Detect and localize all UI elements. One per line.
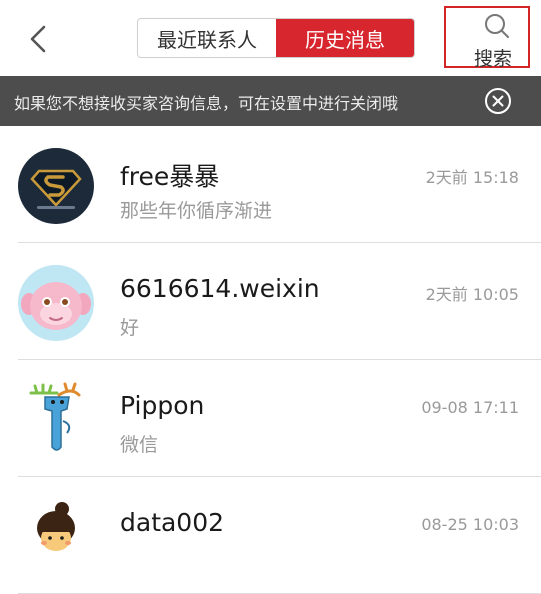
message-preview: 好 bbox=[120, 317, 140, 339]
message-preview: 那些年你循序渐进 bbox=[120, 200, 273, 222]
back-arrow-icon[interactable] bbox=[26, 24, 52, 54]
blue-moose-avatar-icon bbox=[18, 382, 94, 458]
search-icon bbox=[485, 14, 509, 38]
message-time: 2天前 10:05 bbox=[425, 285, 519, 304]
close-notice-icon[interactable] bbox=[484, 87, 512, 115]
conversation-item[interactable]: data002 08-25 10:03 bbox=[0, 477, 541, 594]
message-time: 2天前 15:18 bbox=[425, 168, 519, 187]
search-label: 搜索 bbox=[474, 48, 513, 70]
conversation-item[interactable]: free暴暴 那些年你循序渐进 2天前 15:18 bbox=[0, 126, 541, 243]
message-type-segmented-control: 最近联系人 历史消息 bbox=[137, 18, 415, 58]
superman-logo-icon bbox=[18, 148, 94, 224]
conversation-item[interactable]: Pippon 微信 09-08 17:11 bbox=[0, 360, 541, 477]
contact-name: free暴暴 bbox=[120, 162, 220, 191]
contact-name: Pippon bbox=[120, 391, 205, 420]
top-bar: 最近联系人 历史消息 搜索 bbox=[0, 0, 541, 76]
notice-bar: 如果您不想接收买家咨询信息，可在设置中进行关闭哦 bbox=[0, 76, 541, 126]
message-time: 09-08 17:11 bbox=[421, 398, 519, 417]
contact-name: data002 bbox=[120, 508, 225, 537]
contact-name: 6616614.weixin bbox=[120, 274, 320, 303]
search-button[interactable]: 搜索 bbox=[444, 6, 530, 70]
message-preview: 微信 bbox=[120, 434, 159, 456]
pink-monkey-avatar-icon bbox=[18, 265, 94, 341]
notice-text: 如果您不想接收买家咨询信息，可在设置中进行关闭哦 bbox=[14, 94, 399, 113]
conversation-list: free暴暴 那些年你循序渐进 2天前 15:18 6616614.weixin… bbox=[0, 126, 541, 594]
message-time: 08-25 10:03 bbox=[421, 515, 519, 534]
tab-history-messages[interactable]: 历史消息 bbox=[276, 19, 414, 57]
conversation-item[interactable]: 6616614.weixin 好 2天前 10:05 bbox=[0, 243, 541, 360]
tab-recent-contacts[interactable]: 最近联系人 bbox=[138, 19, 276, 57]
cartoon-girl-avatar-icon bbox=[18, 499, 94, 575]
